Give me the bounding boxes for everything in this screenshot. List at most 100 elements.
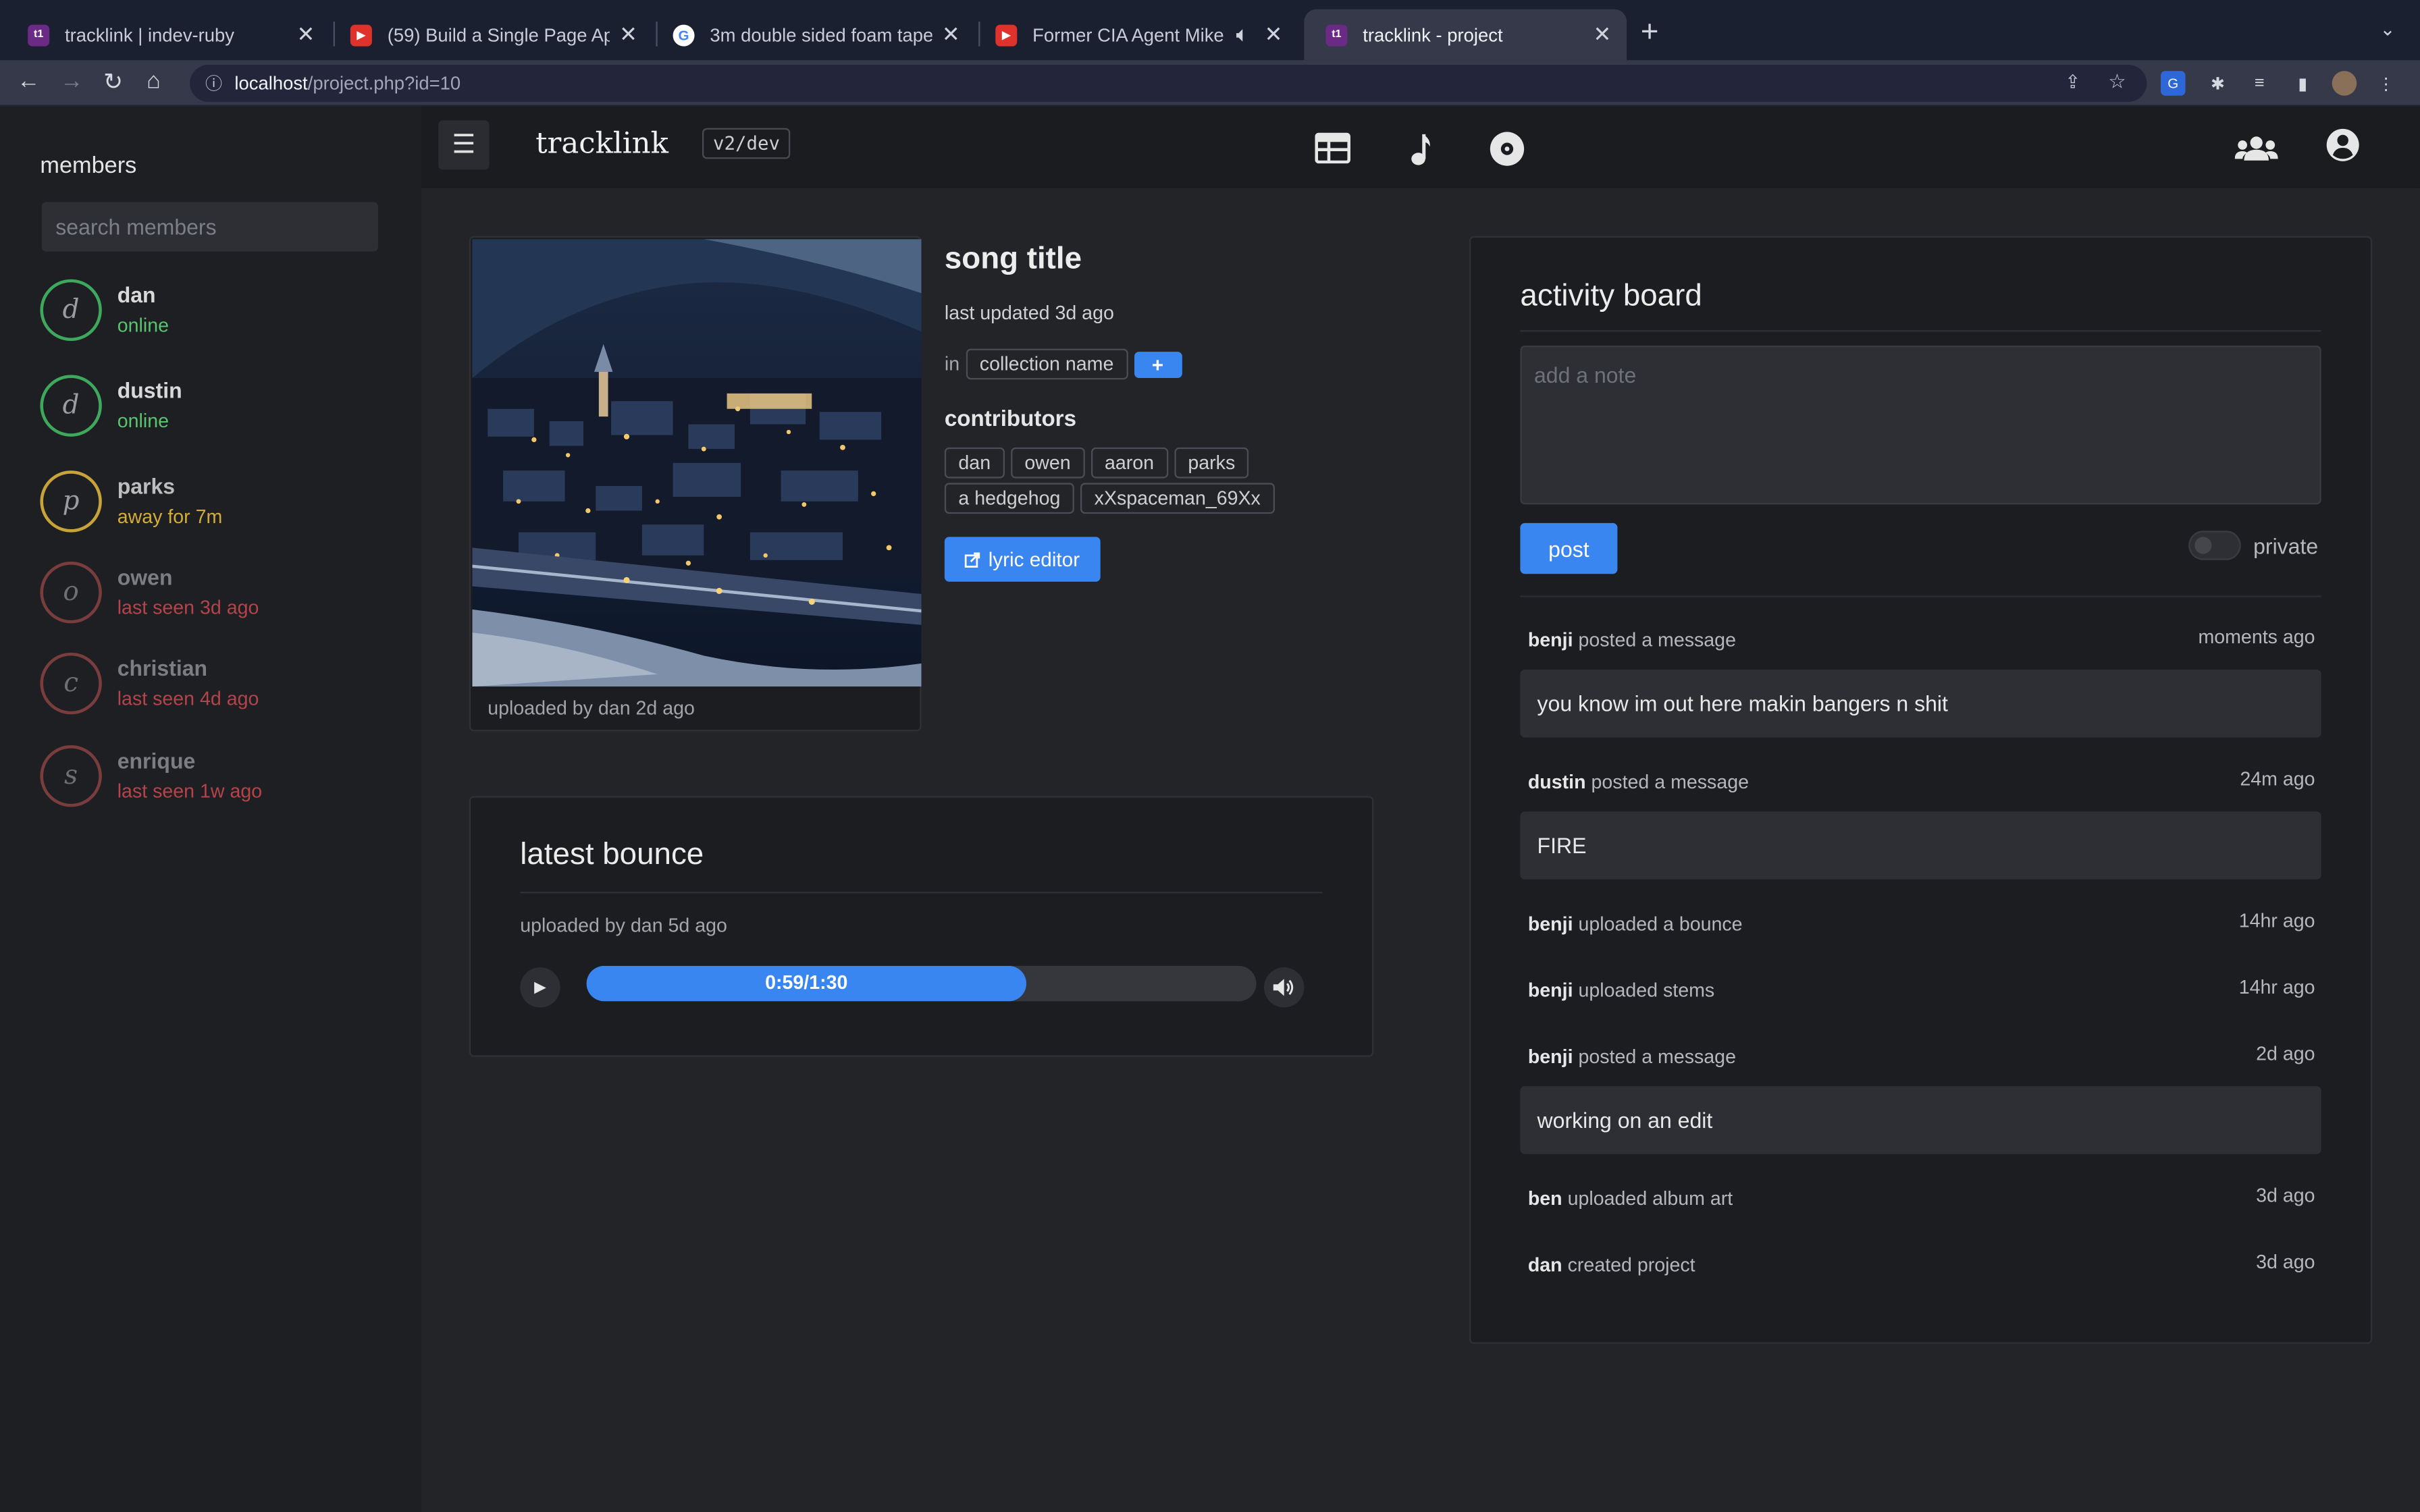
calendar-table-icon[interactable] [1315,132,1350,164]
divider [520,892,1323,894]
activity-feed: benji posted a message moments ago you kn… [1520,626,2321,1321]
close-tab-icon[interactable]: ✕ [1593,22,1611,48]
album-art-image[interactable] [472,239,922,687]
feed-user[interactable]: benji [1528,630,1573,651]
version-badge: v2/dev [702,128,791,159]
browser-tab[interactable]: ▶ Former CIA Agent Mike Bak 🔈︎ ✕ [974,9,1298,60]
close-tab-icon[interactable]: ✕ [942,22,960,48]
bounce-subtitle: uploaded by dan 5d ago [520,915,727,937]
member-status: away for 7m [117,506,223,528]
post-button[interactable]: post [1520,522,1618,574]
extensions-puzzle-icon[interactable]: ✱ [2205,71,2230,96]
search-members-input[interactable] [41,202,378,252]
contributor-chip[interactable]: owen [1010,447,1085,479]
address-bar[interactable]: ⓘ localhost/project.php?id=10 ⇪ ☆ [190,64,2147,102]
member-status: last seen 3d ago [117,597,259,619]
home-icon[interactable]: ⌂ [147,68,161,94]
tab-search-chevron-icon[interactable]: ⌄ [2380,18,2396,40]
contributors-list: dan owen aaron parks a hedgehog xXspacem… [944,447,1300,514]
in-label: in [944,353,960,375]
member-item[interactable]: o owen last seen 3d ago [40,561,411,624]
play-button[interactable]: ▶ [520,967,560,1008]
group-users-icon[interactable] [2234,136,2278,162]
music-note-icon[interactable] [1411,133,1432,167]
member-item[interactable]: p parks away for 7m [40,470,411,533]
member-name: dan [117,282,156,307]
share-icon[interactable]: ⇪ [2065,71,2080,92]
forward-arrow-icon[interactable]: → [60,68,83,94]
member-item[interactable]: d dan online [40,279,411,342]
account-circle-icon[interactable] [2326,128,2360,162]
avatar: d [40,279,102,342]
playback-progress-bar[interactable]: 0:59/1:30 [586,965,1257,1002]
avatar: o [40,561,102,624]
contributor-chip[interactable]: aaron [1090,447,1168,479]
add-collection-button[interactable]: + [1134,350,1182,377]
feed-item: ben uploaded album art 3d ago [1520,1185,2321,1254]
bookmark-star-icon[interactable]: ☆ [2108,70,2126,94]
lyric-editor-label: lyric editor [988,547,1080,571]
playback-time: 0:59/1:30 [765,971,848,994]
back-arrow-icon[interactable]: ← [17,68,40,94]
browser-tab[interactable]: ▶ (59) Build a Single Page Applic ✕ [329,9,653,60]
lyric-editor-button[interactable]: lyric editor [944,537,1101,582]
toggle-knob [2194,537,2212,554]
bounce-title: latest bounce [520,838,704,872]
profile-avatar-icon[interactable] [2332,71,2357,96]
feed-user[interactable]: dustin [1528,772,1586,793]
add-note-textarea[interactable] [1520,345,2321,505]
translate-extension-icon[interactable]: G [2160,71,2186,96]
feed-time: 3d ago [2256,1185,2315,1207]
collection-row: in collection name + [944,348,1182,380]
feed-user[interactable]: benji [1528,913,1573,935]
brand-logo[interactable]: tracklink [535,126,668,160]
member-name: parks [117,473,176,499]
volume-button[interactable] [1263,967,1305,1008]
contributor-chip[interactable]: dan [944,447,1005,479]
avatar: p [40,470,102,533]
close-tab-icon[interactable]: ✕ [296,22,315,48]
contributor-chip[interactable]: a hedgehog [944,483,1074,514]
feed-item: benji posted a message moments ago you kn… [1520,626,2321,738]
activity-board-title: activity board [1520,279,1702,313]
feed-action: uploaded album art [1567,1187,1733,1210]
browser-tab-active[interactable]: t1 tracklink - project ✕ [1304,9,1627,61]
feed-user[interactable]: dan [1528,1254,1562,1276]
browser-tab[interactable]: G 3m double sided foam tape - G ✕ [652,9,976,60]
browser-menu-icon[interactable]: ⋮ [2373,71,2398,96]
feed-user[interactable]: benji [1528,979,1573,1001]
site-info-icon[interactable]: ⓘ [205,71,222,96]
media-queue-icon[interactable]: ≡ [2247,71,2272,96]
member-name: owen [117,564,173,590]
close-tab-icon[interactable]: ✕ [1265,22,1283,48]
feed-user[interactable]: ben [1528,1188,1562,1210]
new-tab-icon[interactable]: + [1641,16,1659,51]
collection-chip[interactable]: collection name [966,348,1128,380]
vinyl-record-icon[interactable] [1490,131,1525,167]
latest-bounce-card: latest bounce uploaded by dan 5d ago ▶ 0… [469,796,1374,1057]
close-tab-icon[interactable]: ✕ [619,22,637,48]
member-status: last seen 1w ago [117,780,263,803]
feed-time: 14hr ago [2238,910,2315,932]
feed-user[interactable]: benji [1528,1046,1573,1068]
tracklink-favicon-icon: t1 [1325,24,1348,46]
browser-tab[interactable]: t1 tracklink | indev-ruby ✕ [6,9,330,60]
side-panel-icon[interactable]: ▮ [2290,71,2315,96]
members-sidebar: members d dan online d dustin online p p… [0,106,421,1512]
private-toggle[interactable] [2188,531,2241,560]
hamburger-menu-button[interactable]: ☰ [438,120,490,170]
contributor-chip[interactable]: parks [1174,447,1249,479]
member-item[interactable]: d dustin online [40,375,411,437]
member-name: enrique [117,748,196,774]
speaker-icon[interactable]: 🔈︎ [1236,22,1249,48]
member-item[interactable]: s enrique last seen 1w ago [40,745,411,807]
activity-board: activity board post private benji posted… [1469,236,2373,1344]
member-item[interactable]: c christian last seen 4d ago [40,652,411,715]
feed-item: benji posted a message 2d ago working on … [1520,1043,2321,1154]
member-status: last seen 4d ago [117,688,259,710]
contributor-chip[interactable]: xXspaceman_69Xx [1080,483,1275,514]
url-host: localhost [234,72,308,94]
google-favicon-icon: G [673,24,695,46]
reload-icon[interactable]: ↻ [103,68,123,96]
browser-toolbar: ← → ↻ ⌂ ⓘ localhost/project.php?id=10 ⇪ … [0,60,2420,107]
